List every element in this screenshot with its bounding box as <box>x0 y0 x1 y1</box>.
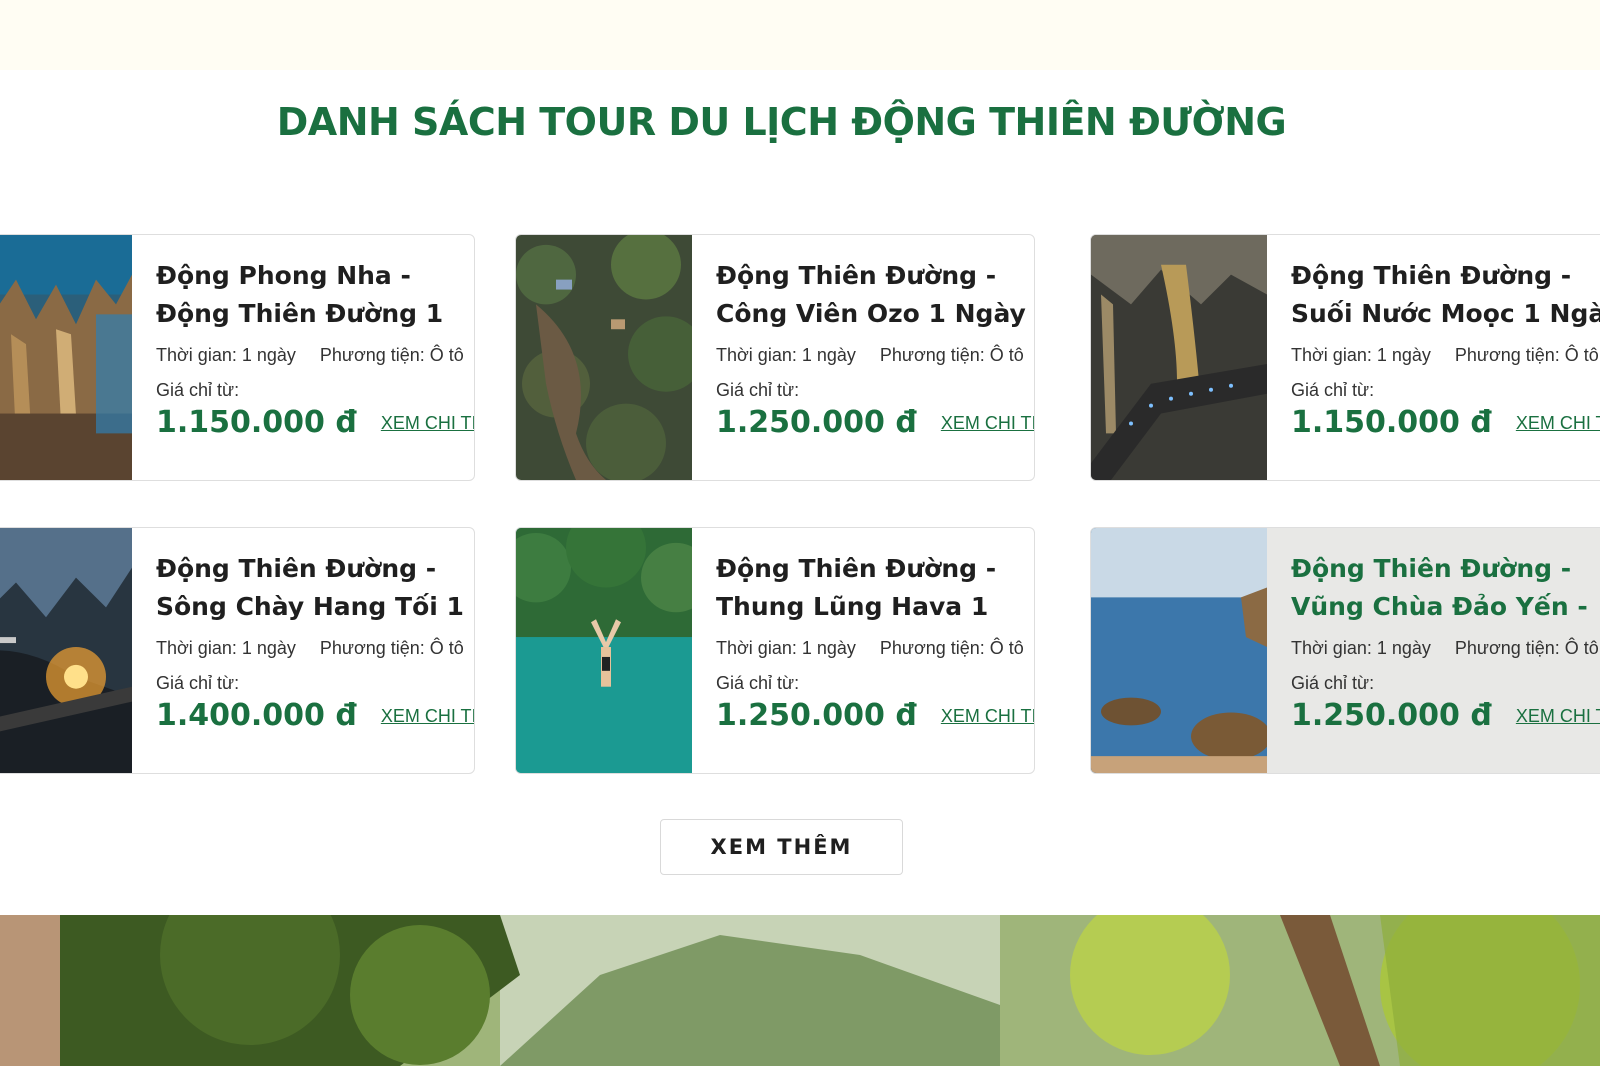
tour-transport: Phương tiện: Ô tô <box>1454 638 1599 658</box>
tour-card[interactable]: Động Phong Nha - Động Thiên Đường 1 Ngày… <box>0 234 475 481</box>
price-label: Giá chỉ từ: <box>156 380 240 400</box>
tour-thumbnail-sea <box>1091 528 1267 773</box>
price-label: Giá chỉ từ: <box>1291 380 1375 400</box>
view-detail-link[interactable]: XEM CHI TIẾT <box>941 706 1034 727</box>
tour-thumbnail-cave <box>0 235 132 480</box>
top-band <box>0 0 1600 70</box>
tour-price: 1.400.000 đ <box>156 698 357 733</box>
tour-duration: Thời gian: 1 ngày <box>716 638 856 658</box>
tour-price: 1.250.000 đ <box>1291 698 1492 733</box>
tour-transport: Phương tiện: Ô tô <box>319 345 464 365</box>
tour-thumbnail-dark-cave <box>0 528 132 773</box>
nature-banner-image <box>0 915 1600 1066</box>
tour-transport: Phương tiện: Ô tô <box>1454 345 1599 365</box>
tour-duration: Thời gian: 1 ngày <box>1291 345 1431 365</box>
tour-title[interactable]: Động Thiên Đường - Công Viên Ozo 1 Ngày <box>716 257 1034 333</box>
tour-price: 1.150.000 đ <box>1291 405 1492 440</box>
price-label: Giá chỉ từ: <box>716 673 800 693</box>
tour-price: 1.250.000 đ <box>716 698 917 733</box>
tour-card[interactable]: Động Thiên Đường - Công Viên Ozo 1 Ngày … <box>515 234 1035 481</box>
tour-title[interactable]: Động Phong Nha - Động Thiên Đường 1 Ngày <box>156 257 474 333</box>
view-more-button[interactable]: XEM THÊM <box>660 819 903 875</box>
tour-thumbnail-cave-walkway <box>1091 235 1267 480</box>
tour-duration: Thời gian: 1 ngày <box>156 638 296 658</box>
tour-price: 1.250.000 đ <box>716 405 917 440</box>
tour-thumbnail-forest <box>516 235 692 480</box>
tour-duration: Thời gian: 1 ngày <box>156 345 296 365</box>
section-title: DANH SÁCH TOUR DU LỊCH ĐỘNG THIÊN ĐƯỜNG <box>276 100 1287 144</box>
tour-thumbnail-lagoon <box>516 528 692 773</box>
tour-title[interactable]: Động Thiên Đường - Suối Nước Moọc 1 Ngày <box>1291 257 1600 333</box>
tour-card[interactable]: Động Thiên Đường - Sông Chày Hang Tối 1 … <box>0 527 475 774</box>
tour-duration: Thời gian: 1 ngày <box>716 345 856 365</box>
view-detail-link[interactable]: XEM CHI TIẾT <box>381 413 474 434</box>
tour-title[interactable]: Động Thiên Đường - Sông Chày Hang Tối 1 … <box>156 550 474 626</box>
tour-transport: Phương tiện: Ô tô <box>319 638 464 658</box>
tour-price: 1.150.000 đ <box>156 405 357 440</box>
tour-card[interactable]: Động Thiên Đường - Vũng Chùa Đảo Yến - B… <box>1090 527 1600 774</box>
tour-transport: Phương tiện: Ô tô <box>879 345 1024 365</box>
tour-duration: Thời gian: 1 ngày <box>1291 638 1431 658</box>
tour-title[interactable]: Động Thiên Đường - Vũng Chùa Đảo Yến - B… <box>1291 550 1600 626</box>
view-detail-link[interactable]: XEM CHI TIẾT <box>1516 413 1600 434</box>
tour-card[interactable]: Động Thiên Đường - Suối Nước Moọc 1 Ngày… <box>1090 234 1600 481</box>
price-label: Giá chỉ từ: <box>716 380 800 400</box>
view-detail-link[interactable]: XEM CHI TIẾT <box>381 706 474 727</box>
tour-title[interactable]: Động Thiên Đường - Thung Lũng Hava 1 Ngà… <box>716 550 1034 626</box>
price-label: Giá chỉ từ: <box>156 673 240 693</box>
price-label: Giá chỉ từ: <box>1291 673 1375 693</box>
view-detail-link[interactable]: XEM CHI TIẾT <box>941 413 1034 434</box>
view-detail-link[interactable]: XEM CHI TIẾT <box>1516 706 1600 727</box>
tour-transport: Phương tiện: Ô tô <box>879 638 1024 658</box>
tour-card[interactable]: Động Thiên Đường - Thung Lũng Hava 1 Ngà… <box>515 527 1035 774</box>
